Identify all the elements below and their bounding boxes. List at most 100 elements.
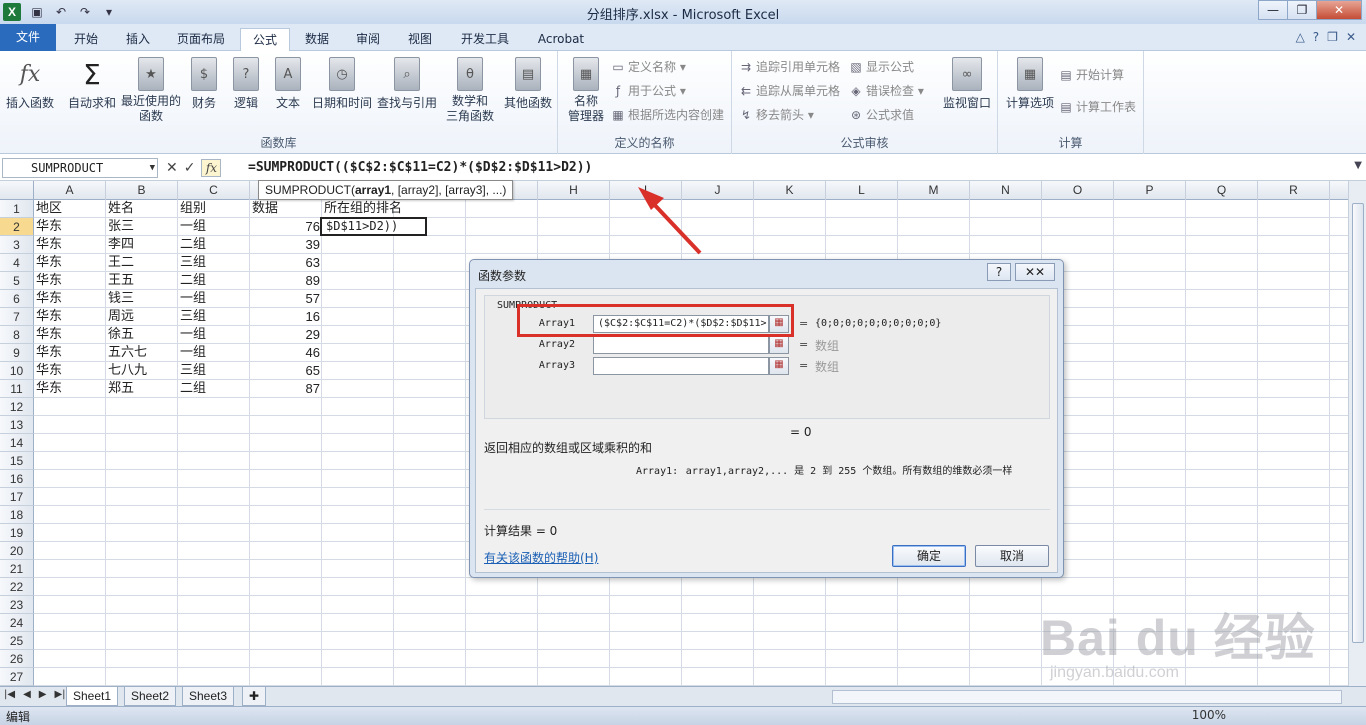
table-cell[interactable]: 徐五: [106, 326, 136, 344]
table-cell[interactable]: 华东: [34, 236, 64, 254]
more-functions-button[interactable]: ▤ 其他函数: [500, 57, 556, 111]
calc-sheet-button[interactable]: ▤ 计算工作表: [1058, 97, 1136, 117]
column-header[interactable]: K: [754, 181, 826, 200]
tab-formulas[interactable]: 公式: [240, 28, 290, 52]
row-header[interactable]: 18: [0, 506, 34, 524]
table-cell[interactable]: 46: [250, 344, 322, 362]
watch-window-button[interactable]: ∞ 监视窗口: [938, 57, 996, 111]
row-header[interactable]: 10: [0, 362, 34, 380]
table-cell[interactable]: 89: [250, 272, 322, 290]
close-button[interactable]: ✕: [1316, 0, 1362, 20]
define-name-button[interactable]: ▭ 定义名称 ▾: [610, 57, 686, 77]
trace-precedents-button[interactable]: ⇉ 追踪引用单元格: [738, 57, 840, 77]
chevron-down-icon[interactable]: ▼: [150, 159, 155, 177]
select-all-corner[interactable]: [0, 181, 34, 200]
error-checking-button[interactable]: ◈ 错误检查 ▾: [848, 81, 923, 101]
row-header[interactable]: 4: [0, 254, 34, 272]
show-formulas-button[interactable]: ▧ 显示公式: [848, 57, 914, 77]
zoom-level[interactable]: 100%: [1192, 708, 1226, 722]
table-cell[interactable]: 二组: [178, 272, 208, 290]
table-cell[interactable]: 一组: [178, 326, 208, 344]
name-box[interactable]: SUMPRODUCT ▼: [2, 158, 158, 178]
tab-page-layout[interactable]: 页面布局: [168, 28, 234, 51]
text-button[interactable]: A 文本: [262, 57, 314, 111]
table-cell[interactable]: 周远: [106, 308, 136, 326]
horizontal-scrollbar[interactable]: [832, 690, 1342, 704]
expand-formula-bar-icon[interactable]: ▼: [1354, 160, 1362, 171]
table-cell[interactable]: 华东: [34, 254, 64, 272]
row-header[interactable]: 9: [0, 344, 34, 362]
row-header[interactable]: 27: [0, 668, 34, 686]
table-cell[interactable]: 一组: [178, 218, 208, 236]
row-header[interactable]: 15: [0, 452, 34, 470]
evaluate-formula-button[interactable]: ⊛ 公式求值: [848, 105, 914, 125]
table-cell[interactable]: 三组: [178, 254, 208, 272]
ok-button[interactable]: 确定: [892, 545, 966, 567]
column-header[interactable]: C: [178, 181, 250, 200]
sheet-tab-sheet2[interactable]: Sheet2: [124, 687, 177, 706]
tab-data[interactable]: 数据: [296, 28, 338, 51]
tab-view[interactable]: 视图: [398, 28, 442, 51]
column-header[interactable]: O: [1042, 181, 1114, 200]
cancel-button[interactable]: 取消: [975, 545, 1049, 567]
table-cell[interactable]: 钱三: [106, 290, 136, 308]
help-icon[interactable]: ?: [1313, 30, 1319, 44]
row-header[interactable]: 25: [0, 632, 34, 650]
cancel-icon[interactable]: ✕: [166, 160, 178, 176]
table-cell[interactable]: 57: [250, 290, 322, 308]
name-manager-button[interactable]: ▦ 名称 管理器: [562, 57, 610, 124]
table-cell[interactable]: 华东: [34, 272, 64, 290]
prev-sheet-icon[interactable]: ◀: [23, 689, 31, 700]
table-cell[interactable]: 华东: [34, 344, 64, 362]
row-header[interactable]: 3: [0, 236, 34, 254]
row-header[interactable]: 23: [0, 596, 34, 614]
table-cell[interactable]: 87: [250, 380, 322, 398]
row-header[interactable]: 22: [0, 578, 34, 596]
lookup-button[interactable]: ⌕ 查找与引用: [374, 57, 440, 111]
column-header[interactable]: R: [1258, 181, 1330, 200]
row-header[interactable]: 19: [0, 524, 34, 542]
next-sheet-icon[interactable]: ▶: [39, 689, 47, 700]
row-header[interactable]: 1: [0, 200, 34, 218]
insert-function-button[interactable]: fx 插入函数: [2, 57, 58, 111]
tab-home[interactable]: 开始: [64, 28, 108, 51]
table-cell[interactable]: 三组: [178, 362, 208, 380]
row-header[interactable]: 11: [0, 380, 34, 398]
close-workbook-icon[interactable]: ✕: [1346, 30, 1356, 44]
row-header[interactable]: 21: [0, 560, 34, 578]
row-header[interactable]: 24: [0, 614, 34, 632]
row-header[interactable]: 2: [0, 218, 34, 236]
table-cell[interactable]: 华东: [34, 308, 64, 326]
table-cell[interactable]: 郑五: [106, 380, 136, 398]
calc-now-button[interactable]: ▤ 开始计算: [1058, 65, 1124, 85]
trace-dependents-button[interactable]: ⇇ 追踪从属单元格: [738, 81, 840, 101]
dialog-help-button[interactable]: ?: [987, 263, 1011, 281]
array2-collapse-icon[interactable]: ▦: [769, 336, 789, 354]
row-header[interactable]: 12: [0, 398, 34, 416]
datetime-button[interactable]: ◷ 日期和时间: [308, 57, 376, 111]
row-header[interactable]: 14: [0, 434, 34, 452]
header-cell[interactable]: 数据: [250, 200, 280, 218]
remove-arrows-button[interactable]: ↯ 移去箭头 ▾: [738, 105, 814, 125]
autosum-button[interactable]: Σ 自动求和: [64, 57, 120, 111]
minimize-button[interactable]: —: [1258, 0, 1288, 20]
table-cell[interactable]: 李四: [106, 236, 136, 254]
tab-insert[interactable]: 插入: [116, 28, 160, 51]
column-header[interactable]: Q: [1186, 181, 1258, 200]
table-cell[interactable]: 张三: [106, 218, 136, 236]
header-cell[interactable]: 所在组的排名: [322, 200, 404, 218]
vertical-scrollbar[interactable]: [1348, 181, 1366, 686]
row-header[interactable]: 5: [0, 272, 34, 290]
insert-sheet-icon[interactable]: ✚: [242, 687, 266, 706]
table-cell[interactable]: 华东: [34, 362, 64, 380]
formula-input[interactable]: =SUMPRODUCT(($C$2:$C$11=C2)*($D$2:$D$11>…: [248, 158, 592, 178]
column-header[interactable]: N: [970, 181, 1042, 200]
sheet-tab-sheet3[interactable]: Sheet3: [182, 687, 235, 706]
tab-file[interactable]: 文件: [0, 24, 56, 51]
header-cell[interactable]: 组别: [178, 200, 208, 218]
table-cell[interactable]: 二组: [178, 236, 208, 254]
table-cell[interactable]: 华东: [34, 380, 64, 398]
row-header[interactable]: 13: [0, 416, 34, 434]
create-from-selection-button[interactable]: ▦ 根据所选内容创建: [610, 105, 724, 125]
table-cell[interactable]: 王二: [106, 254, 136, 272]
